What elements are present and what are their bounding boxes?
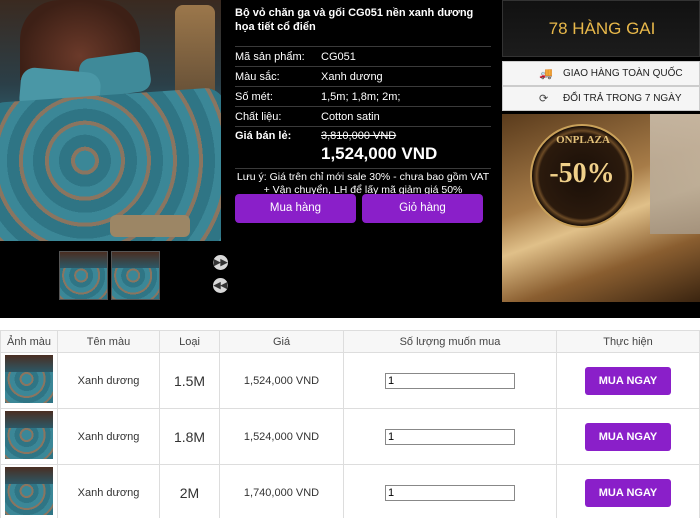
variant-image-cell — [0, 464, 58, 518]
buy-now-button[interactable]: MUA NGAY — [585, 366, 671, 395]
product-main-image[interactable] — [0, 0, 221, 241]
product-thumbnail[interactable] — [59, 251, 108, 300]
column-header: Tên màu — [57, 330, 160, 353]
variant-type: 1.8M — [159, 408, 220, 465]
column-header: Số lượng muốn mua — [343, 330, 557, 353]
store-banner[interactable]: 78 HÀNG GAI — [502, 0, 700, 57]
promo-brand: ONPLAZA — [556, 134, 610, 146]
spec-value: Cotton satin — [321, 111, 380, 123]
buy-button[interactable]: Mua hàng — [235, 194, 356, 223]
service-label: GIAO HÀNG TOÀN QUỐC — [563, 68, 683, 79]
action-cell: MUA NGAY — [556, 408, 700, 465]
spec-row: Số mét: 1,5m; 1,8m; 2m; — [235, 86, 491, 106]
quantity-input[interactable] — [385, 428, 515, 445]
qty-cell — [343, 464, 557, 518]
variant-price: 1,524,000 VND — [219, 408, 344, 465]
qty-cell — [343, 352, 557, 409]
service-label: ĐỔI TRẢ TRONG 7 NGÀY — [563, 93, 682, 104]
product-section: ▶▶ ◀◀ Bộ vỏ chăn ga và gối CG051 nền xan… — [0, 0, 700, 318]
spec-value: 1,5m; 1,8m; 2m; — [321, 91, 401, 103]
variant-color: Xanh dương — [57, 408, 160, 465]
column-header: Ảnh màu — [0, 330, 58, 353]
variant-table: Ảnh màu Tên màu Loại Giá Số lượng muốn m… — [0, 330, 700, 518]
table-header-row: Ảnh màu Tên màu Loại Giá Số lượng muốn m… — [0, 330, 700, 353]
variant-image-cell — [0, 408, 58, 465]
truck-icon: 🚚 — [539, 68, 553, 80]
variant-image — [5, 355, 53, 403]
spec-row: Mã sản phẩm: CG051 — [235, 46, 491, 66]
action-cell: MUA NGAY — [556, 352, 700, 409]
service-return: ⟳ ĐỔI TRẢ TRONG 7 NGÀY — [502, 86, 700, 111]
action-cell: MUA NGAY — [556, 464, 700, 518]
variant-price: 1,740,000 VND — [219, 464, 344, 518]
spec-label: Mã sản phẩm: — [235, 51, 305, 63]
store-name: 78 HÀNG GAI — [548, 19, 656, 38]
variant-image-cell — [0, 352, 58, 409]
promo-discount: -50% — [549, 158, 615, 189]
spec-value: CG051 — [321, 51, 356, 63]
variant-price: 1,524,000 VND — [219, 352, 344, 409]
next-arrow-icon[interactable]: ▶▶ — [213, 255, 228, 270]
spec-value: Xanh dương — [321, 71, 383, 83]
price-row: Giá bán lẻ: 3,810,000 VND 1,524,000 VND — [235, 126, 491, 172]
cart-button[interactable]: Giỏ hàng — [362, 194, 483, 223]
column-header: Loại — [159, 330, 220, 353]
sale-price: 1,524,000 VND — [321, 144, 438, 163]
old-price: 3,810,000 VND — [321, 130, 397, 142]
column-header: Thực hiện — [556, 330, 700, 353]
spec-row: Màu sắc: Xanh dương — [235, 66, 491, 86]
variant-image — [5, 467, 53, 515]
return-icon: ⟳ — [539, 93, 549, 105]
variant-type: 1.5M — [159, 352, 220, 409]
spec-label: Màu sắc: — [235, 71, 280, 83]
buy-now-button[interactable]: MUA NGAY — [585, 478, 671, 507]
prev-arrow-icon[interactable]: ◀◀ — [213, 278, 228, 293]
table-row: Xanh dương 1.5M 1,524,000 VND MUA NGAY — [0, 352, 700, 409]
spec-label: Số mét: — [235, 91, 273, 103]
variant-color: Xanh dương — [57, 352, 160, 409]
quantity-input[interactable] — [385, 372, 515, 389]
spec-label: Chất liệu: — [235, 111, 282, 123]
price-label: Giá bán lẻ: — [235, 130, 292, 142]
product-info: Bộ vỏ chăn ga và gối CG051 nền xanh dươn… — [235, 6, 491, 223]
variant-type: 2M — [159, 464, 220, 518]
price-note: Lưu ý: Giá trên chỉ mới sale 30% - chưa … — [235, 168, 491, 197]
column-header: Giá — [219, 330, 344, 353]
product-title: Bộ vỏ chăn ga và gối CG051 nền xanh dươn… — [235, 7, 474, 33]
table-row: Xanh dương 2M 1,740,000 VND MUA NGAY — [0, 464, 700, 518]
product-thumbnail[interactable] — [111, 251, 160, 300]
quantity-input[interactable] — [385, 484, 515, 501]
variant-image — [5, 411, 53, 459]
variant-color: Xanh dương — [57, 464, 160, 518]
buy-now-button[interactable]: MUA NGAY — [585, 422, 671, 451]
spec-row: Chất liệu: Cotton satin — [235, 106, 491, 126]
product-page: ▶▶ ◀◀ Bộ vỏ chăn ga và gối CG051 nền xan… — [0, 0, 700, 518]
qty-cell — [343, 408, 557, 465]
service-shipping: 🚚 GIAO HÀNG TOÀN QUỐC — [502, 61, 700, 86]
promo-banner[interactable]: ONPLAZA -50% — [502, 114, 700, 302]
table-row: Xanh dương 1.8M 1,524,000 VND MUA NGAY — [0, 408, 700, 465]
